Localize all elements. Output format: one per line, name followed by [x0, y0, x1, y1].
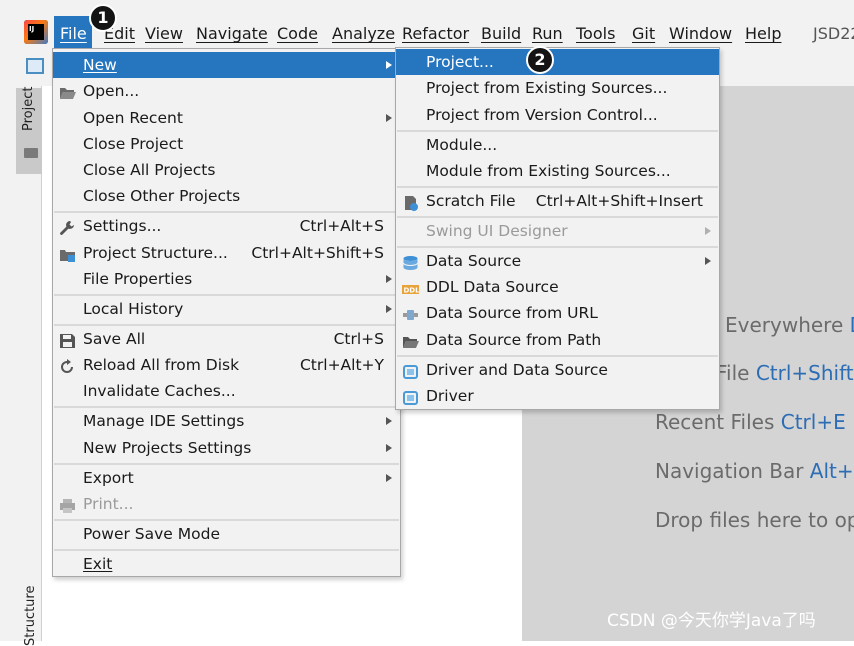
file-menu-settings[interactable]: Settings... Ctrl+Alt+S — [53, 213, 400, 239]
svg-text:DDL: DDL — [404, 287, 420, 295]
reload-icon — [59, 357, 76, 373]
structure-tab-label[interactable]: Structure — [22, 586, 40, 646]
new-data-source-from-url[interactable]: Data Source from URL — [396, 300, 719, 326]
new-swing-ui-designer: Swing UI Designer — [396, 218, 719, 244]
ddl-icon: DDL — [402, 279, 420, 295]
driver-data-source-icon — [402, 362, 419, 379]
new-submenu: Project... Project from Existing Sources… — [395, 47, 720, 410]
menu-refactor[interactable]: Refactor — [402, 22, 469, 46]
menu-file[interactable]: File — [60, 22, 87, 46]
submenu-arrow-icon — [705, 227, 711, 235]
menu-tools[interactable]: Tools — [576, 22, 615, 46]
file-menu-close-all-projects[interactable]: Close All Projects — [53, 157, 400, 183]
project-tab-label: Project — [21, 86, 36, 131]
new-driver-and-data-source[interactable]: Driver and Data Source — [396, 357, 719, 383]
submenu-arrow-icon — [386, 305, 392, 313]
menu-window[interactable]: Window — [669, 22, 732, 46]
window-left-border — [0, 50, 16, 641]
new-scratch-file[interactable]: Scratch File Ctrl+Alt+Shift+Insert — [396, 188, 719, 214]
hint-search-everywhere: Everywhere D — [725, 313, 854, 337]
save-icon — [59, 331, 76, 348]
printer-icon — [59, 496, 76, 513]
menu-code[interactable]: Code — [277, 22, 318, 46]
url-plug-icon — [402, 305, 419, 321]
file-menu-close-project[interactable]: Close Project — [53, 131, 400, 157]
new-ddl-data-source[interactable]: DDL DDL Data Source — [396, 274, 719, 300]
project-title: JSD22 — [813, 24, 854, 43]
file-menu-print: Print... — [53, 491, 400, 517]
file-menu-manage-ide-settings[interactable]: Manage IDE Settings — [53, 408, 400, 434]
new-module-from-existing-sources[interactable]: Module from Existing Sources... — [396, 158, 719, 184]
new-data-source-from-path[interactable]: Data Source from Path — [396, 327, 719, 353]
hint-drop-files: Drop files here to op — [655, 508, 854, 532]
menu-git[interactable]: Git — [632, 22, 655, 46]
intellij-logo-icon[interactable]: IJ — [24, 20, 48, 44]
submenu-arrow-icon — [386, 114, 392, 122]
step-badge-2: 2 — [526, 46, 554, 74]
folder-icon — [24, 148, 38, 158]
watermark-text: CSDN @今天你学Java了吗 — [607, 611, 816, 631]
submenu-arrow-icon — [386, 444, 392, 452]
file-menu-power-save-mode[interactable]: Power Save Mode — [53, 521, 400, 547]
driver-icon — [402, 388, 419, 405]
new-project-from-version-control[interactable]: Project from Version Control... — [396, 102, 719, 128]
hint-navigation-bar: Navigation Bar Alt+H — [655, 459, 854, 483]
file-menu-open[interactable]: Open... — [53, 78, 400, 104]
wrench-icon — [59, 218, 76, 235]
hint-recent-files: Recent Files Ctrl+E — [655, 410, 846, 434]
logo-text: IJ — [29, 25, 35, 33]
file-menu-file-properties[interactable]: File Properties — [53, 266, 400, 292]
new-project[interactable]: Project... — [396, 49, 719, 75]
menu-analyze[interactable]: Analyze — [332, 22, 395, 46]
file-menu-open-recent[interactable]: Open Recent — [53, 105, 400, 131]
submenu-arrow-icon — [705, 257, 711, 265]
submenu-arrow-icon — [386, 417, 392, 425]
project-view-icon[interactable] — [26, 58, 44, 74]
file-menu-new-projects-settings[interactable]: New Projects Settings — [53, 435, 400, 461]
scratch-file-icon — [402, 193, 419, 211]
open-folder-icon — [59, 83, 76, 99]
file-menu-local-history[interactable]: Local History — [53, 296, 400, 322]
file-menu-save-all[interactable]: Save All Ctrl+S — [53, 326, 400, 352]
new-data-source[interactable]: Data Source — [396, 248, 719, 274]
folder-open-icon — [402, 332, 419, 348]
database-icon — [402, 253, 419, 270]
menu-navigate[interactable]: Navigate — [196, 22, 268, 46]
menu-help[interactable]: Help — [745, 22, 781, 46]
menu-build[interactable]: Build — [481, 22, 521, 46]
file-menu-export[interactable]: Export — [53, 465, 400, 491]
step-badge-1: 1 — [89, 4, 117, 32]
file-menu: New Open... Open Recent Close Project Cl… — [52, 48, 401, 577]
new-driver[interactable]: Driver — [396, 383, 719, 409]
file-menu-exit[interactable]: Exit — [53, 551, 400, 577]
new-module[interactable]: Module... — [396, 132, 719, 158]
file-menu-project-structure[interactable]: Project Structure... Ctrl+Alt+Shift+S — [53, 240, 400, 266]
file-menu-invalidate-caches[interactable]: Invalidate Caches... — [53, 378, 400, 404]
submenu-arrow-icon — [386, 61, 392, 69]
submenu-arrow-icon — [386, 474, 392, 482]
file-menu-reload-all[interactable]: Reload All from Disk Ctrl+Alt+Y — [53, 352, 400, 378]
file-menu-close-other-projects[interactable]: Close Other Projects — [53, 183, 400, 209]
submenu-arrow-icon — [386, 275, 392, 283]
file-menu-new[interactable]: New — [53, 52, 400, 78]
menu-run[interactable]: Run — [532, 22, 563, 46]
new-project-from-existing-sources[interactable]: Project from Existing Sources... — [396, 75, 719, 101]
project-structure-icon — [59, 245, 76, 262]
menu-view[interactable]: View — [145, 22, 183, 46]
hint-go-to-file: File Ctrl+Shift+ — [716, 361, 854, 385]
